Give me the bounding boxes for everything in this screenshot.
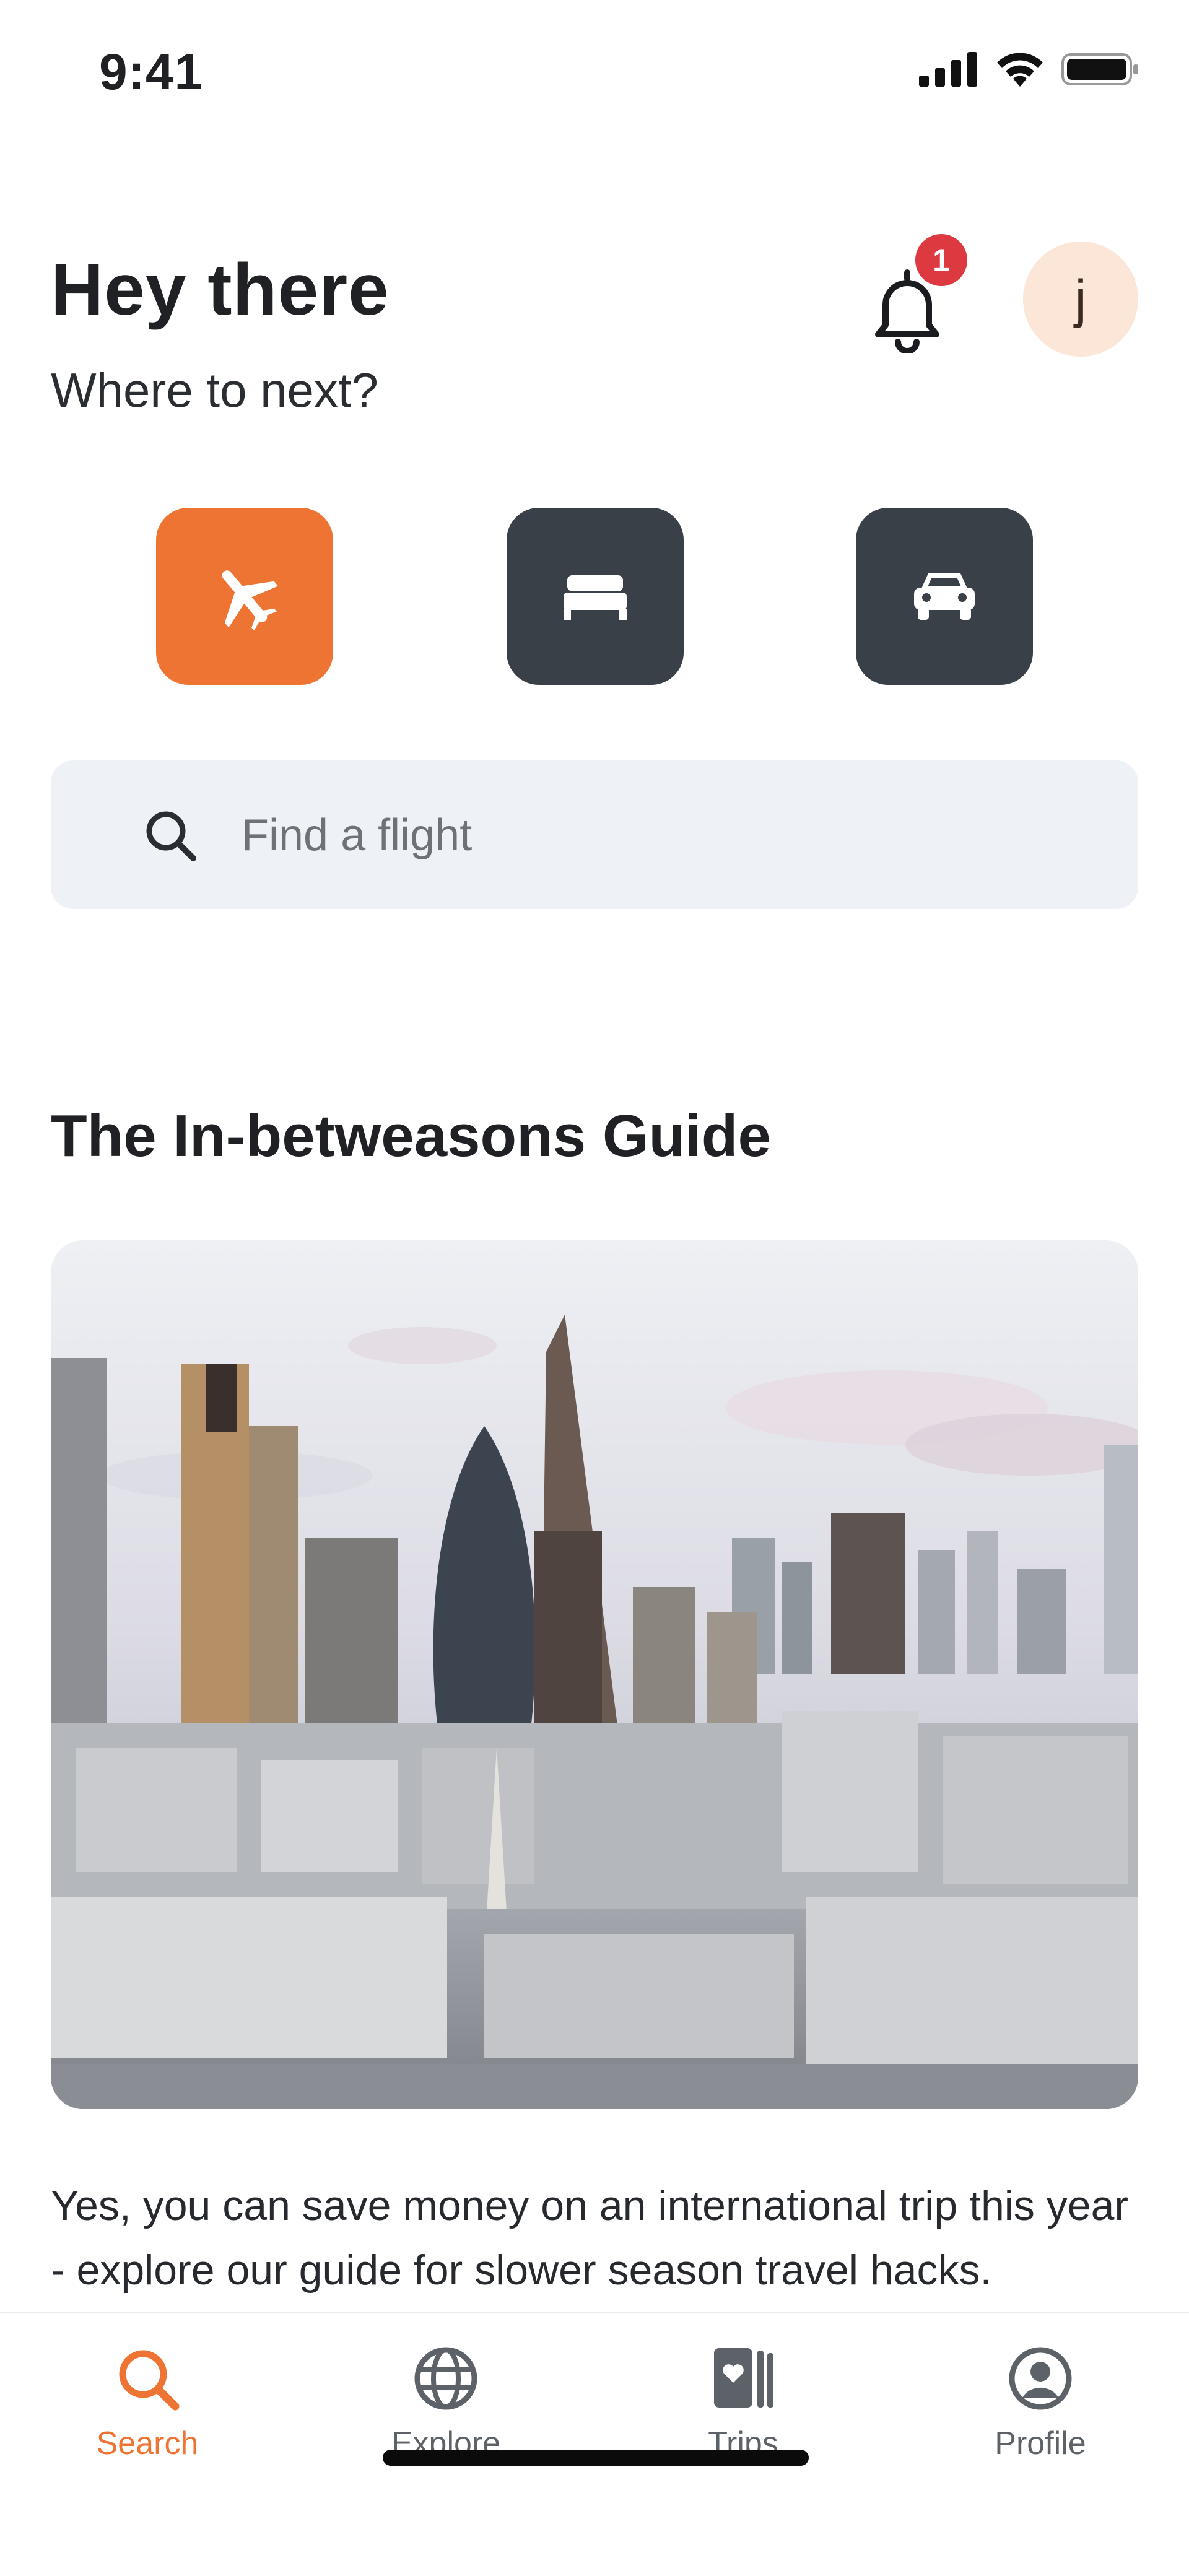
cellular-signal-icon — [919, 52, 977, 87]
tab-search[interactable]: Search — [54, 2344, 240, 2493]
status-bar: 9:41 — [0, 0, 1189, 142]
search-icon — [146, 811, 196, 861]
tab-bar: Search Explore Trips Profile — [0, 2312, 1189, 2576]
greeting-subtitle: Where to next? — [51, 363, 378, 417]
tab-profile[interactable]: Profile — [947, 2344, 1133, 2493]
trips-icon — [714, 2348, 773, 2408]
wifi-icon — [997, 53, 1043, 87]
flights-mode-button[interactable] — [156, 508, 333, 685]
guide-image[interactable] — [51, 1240, 1138, 2109]
cars-mode-button[interactable] — [856, 508, 1033, 685]
hotels-mode-button[interactable] — [507, 508, 684, 685]
guide-description: Yes, you can save money on an internatio… — [51, 2182, 1129, 2294]
tab-trips[interactable]: Trips — [650, 2344, 836, 2493]
bed-icon — [564, 575, 627, 620]
avatar[interactable]: j — [1023, 242, 1138, 357]
airplane-icon — [222, 570, 278, 631]
notification-badge: 1 — [915, 234, 967, 286]
globe-icon — [414, 2347, 477, 2410]
greeting-title: Hey there — [51, 249, 390, 331]
search-input[interactable]: Find a flight — [51, 760, 1138, 909]
status-time: 9:41 — [99, 44, 204, 100]
tab-label-profile: Profile — [995, 2426, 1086, 2461]
guide-title: The In-betweasons Guide — [51, 1103, 771, 1169]
search-placeholder: Find a flight — [242, 811, 473, 860]
tab-label-search: Search — [96, 2426, 199, 2461]
battery-icon — [1061, 53, 1138, 85]
home-indicator — [383, 2450, 809, 2466]
tab-explore[interactable]: Explore — [353, 2344, 539, 2493]
car-icon — [914, 573, 975, 620]
profile-icon — [1009, 2347, 1072, 2410]
search-icon — [119, 2350, 180, 2411]
city-skyline-illustration — [51, 1240, 1138, 2109]
status-icons — [919, 51, 1139, 88]
